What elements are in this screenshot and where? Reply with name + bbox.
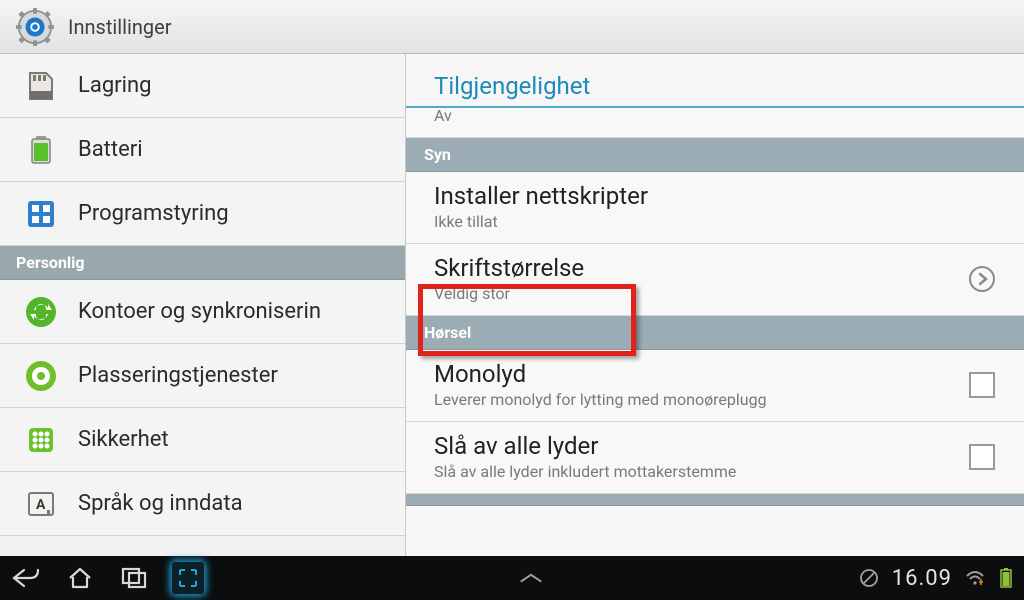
row-mute-all[interactable]: Slå av alle lyder Slå av alle lyder inkl… (406, 422, 1024, 494)
section-partial (406, 494, 1024, 506)
row-sublabel: Ikke tillat (434, 212, 1002, 231)
expand-up-icon[interactable] (515, 562, 547, 594)
sidebar-item-location[interactable]: Plasseringstjenester (0, 344, 405, 408)
sidebar-item-label: Plasseringstjenester (78, 363, 278, 388)
location-icon (20, 355, 62, 397)
system-navbar: 16.09 (0, 556, 1024, 600)
sidebar-item-storage[interactable]: Lagring (0, 54, 405, 118)
row-label: Monolyd (434, 360, 962, 388)
action-bar-title: Innstillinger (68, 15, 172, 39)
wifi-icon (964, 562, 986, 594)
no-sim-icon (858, 562, 880, 594)
battery-status-icon (998, 562, 1014, 594)
status-clock: 16.09 (892, 566, 952, 591)
section-horsel: Hørsel (406, 316, 1024, 350)
main-split: Lagring Batteri Programstyring (0, 54, 1024, 556)
recent-apps-button[interactable] (118, 562, 150, 594)
sidebar-item-security[interactable]: Sikkerhet (0, 408, 405, 472)
row-label: Installer nettskripter (434, 182, 1002, 210)
sidebar-item-label: Programstyring (78, 201, 229, 226)
detail-panel: Tilgjengelighet TalkBack Av Syn Installe… (406, 54, 1024, 556)
home-button[interactable] (64, 562, 96, 594)
action-bar: Innstillinger (0, 0, 1024, 54)
sidebar-item-accounts[interactable]: Kontoer og synkroniserin (0, 280, 405, 344)
detail-title: Tilgjengelighet (406, 54, 1024, 108)
language-icon: A (20, 483, 62, 525)
row-label: Skriftstørrelse (434, 254, 962, 282)
row-install-scripts[interactable]: Installer nettskripter Ikke tillat (406, 172, 1024, 244)
battery-icon (20, 129, 62, 171)
sidebar-item-label: Batteri (78, 137, 143, 162)
row-label: Slå av alle lyder (434, 432, 962, 460)
settings-gear-icon (14, 6, 56, 48)
sidebar-section-personal: Personlig (0, 246, 405, 280)
sidebar-item-label: Lagring (78, 73, 151, 98)
sidebar: Lagring Batteri Programstyring (0, 54, 406, 556)
sidebar-item-language[interactable]: A Språk og inndata (0, 472, 405, 536)
section-syn: Syn (406, 138, 1024, 172)
svg-text:A: A (36, 497, 46, 513)
row-font-size[interactable]: Skriftstørrelse Veldig stor (406, 244, 1024, 316)
sidebar-item-label: Kontoer og synkroniserin (78, 299, 321, 324)
sidebar-item-battery[interactable]: Batteri (0, 118, 405, 182)
checkbox[interactable] (969, 372, 995, 398)
checkbox[interactable] (969, 444, 995, 470)
screenshot-button[interactable] (172, 562, 204, 594)
sync-icon (20, 291, 62, 333)
row-mono-audio[interactable]: Monolyd Leverer monolyd for lytting med … (406, 350, 1024, 422)
row-sublabel: Slå av alle lyder inkludert mottakerstem… (434, 462, 962, 481)
row-sublabel: Leverer monolyd for lytting med monoørep… (434, 390, 962, 409)
detail-scroll[interactable]: TalkBack Av Syn Installer nettskripter I… (406, 108, 1024, 556)
sidebar-item-apps[interactable]: Programstyring (0, 182, 405, 246)
row-talkback[interactable]: TalkBack Av (406, 108, 1024, 138)
security-icon (20, 419, 62, 461)
row-sublabel: Veldig stor (434, 284, 962, 303)
apps-grid-icon (20, 193, 62, 235)
back-button[interactable] (10, 562, 42, 594)
chevron-right-icon (962, 265, 1002, 293)
sd-card-icon (20, 65, 62, 107)
sidebar-item-label: Språk og inndata (78, 491, 243, 516)
row-sublabel: Av (434, 108, 1002, 125)
sidebar-item-label: Sikkerhet (78, 427, 169, 452)
